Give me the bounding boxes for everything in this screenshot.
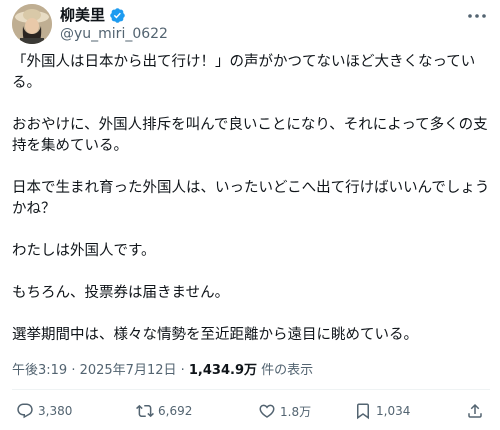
tweet-paragraph: 「外国人は日本から出て行け！」の声がかつてないほど大きくなっている。 [12,54,476,91]
bookmark-icon [357,403,369,420]
like-button[interactable]: 1.8万 [258,402,311,420]
reply-count: 3,380 [38,404,73,418]
share-icon [468,403,482,418]
repost-button[interactable]: 6,692 [136,402,192,420]
tweet-meta: 午後3:19 · 2025年7月12日 · 1,434.9万 件の表示 [12,362,313,379]
action-bar: 3,380 6,692 1.8万 1,034 [0,402,500,428]
divider [12,389,490,390]
reply-icon [17,403,33,419]
share-button[interactable] [466,402,484,420]
like-count: 1.8万 [280,404,312,419]
more-options-icon[interactable] [465,9,489,23]
tweet-timestamp[interactable]: 午後3:19 · 2025年7月12日 · [12,363,189,378]
tweet-paragraph: もちろん、投票券は届きません。 [12,285,230,301]
tweet-paragraph: わたしは外国人です。 [12,243,156,259]
reply-button[interactable]: 3,380 [16,402,72,420]
heart-icon [259,404,275,418]
author-avatar[interactable] [12,4,52,44]
bookmark-count: 1,034 [376,404,411,418]
tweet-text: 「外国人は日本から出て行け！」の声がかつてないほど大きくなっている。 おおやけに… [12,52,490,367]
repost-icon [136,404,154,418]
tweet-paragraph: 選挙期間中は、様々な情勢を至近距離から遠目に眺めている。 [12,327,418,343]
views-count: 1,434.9万 [188,363,257,378]
bookmark-button[interactable]: 1,034 [354,402,410,420]
author-handle[interactable]: @yu_miri_0622 [60,26,168,43]
views-label: 件の表示 [257,363,314,378]
tweet-paragraph: おおやけに、外国人排斥を叫んで良いことになり、それによって多くの支持を集めている… [12,117,488,154]
author-display-name[interactable]: 柳美里 [60,6,105,24]
repost-count: 6,692 [158,404,193,418]
tweet-paragraph: 日本で生まれ育った外国人は、いったいどこへ出て行けばいいんでしょうかね？ [12,180,490,217]
verified-badge-icon [110,7,125,23]
